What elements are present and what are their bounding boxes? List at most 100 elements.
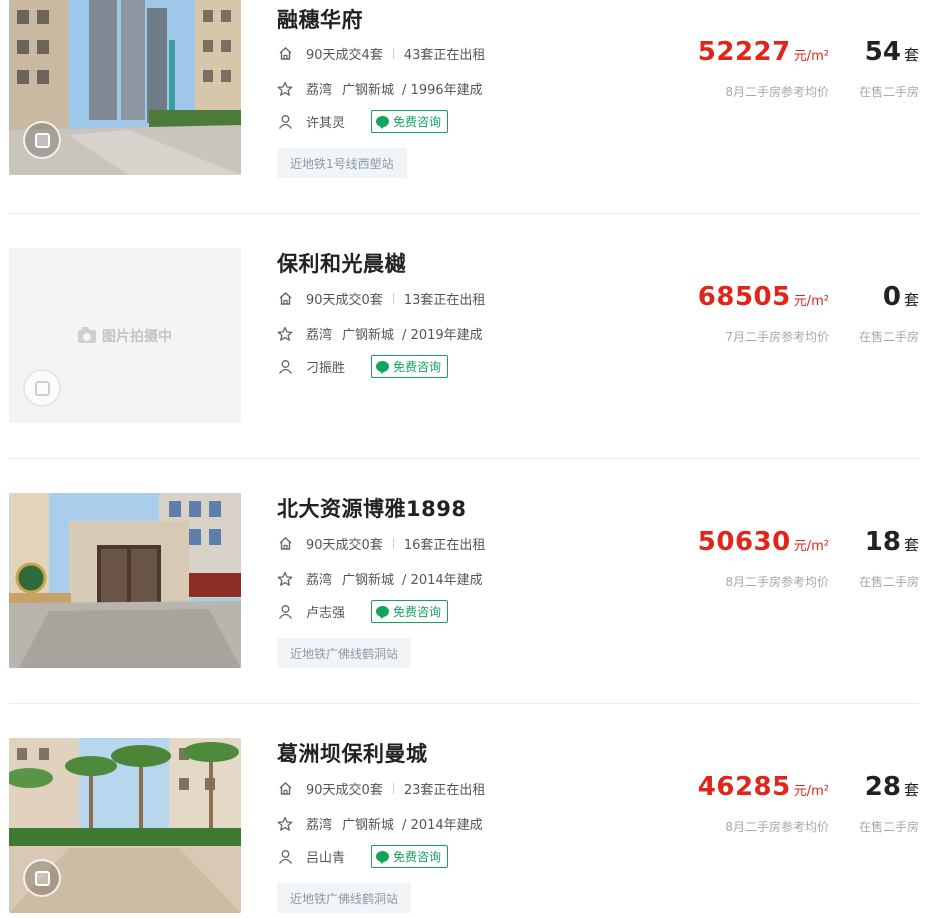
free-consult-button[interactable]: 免费咨询 [371, 600, 449, 623]
renting-count[interactable]: 43套正在出租 [404, 44, 486, 63]
free-consult-button[interactable]: 免费咨询 [371, 845, 449, 868]
person-icon [277, 114, 293, 130]
star-icon [277, 571, 293, 587]
agent-name[interactable]: 刁振胜 [306, 357, 345, 376]
free-consult-button[interactable]: 免费咨询 [371, 355, 449, 378]
subway-tag: 近地铁1号线西塱站 [277, 148, 407, 178]
on-sale-note: 在售二手房 [858, 85, 919, 99]
agent-name[interactable]: 卢志强 [306, 602, 345, 621]
community-listing: 葛洲坝保利曼城 90天成交0套 23套正在出租 荔湾 广钢新城 / 2014年建… [9, 738, 919, 918]
vr-cube-icon[interactable] [23, 121, 61, 159]
star-icon [277, 326, 293, 342]
build-year: / 2014年建成 [402, 818, 483, 833]
community-photo[interactable]: 图片拍摄中 [9, 248, 241, 423]
vr-cube-icon[interactable] [23, 859, 61, 897]
deals-90d: 90天成交0套 [306, 293, 383, 308]
renting-count[interactable]: 23套正在出租 [404, 779, 486, 798]
deals-90d: 90天成交4套 [306, 48, 383, 63]
renting-count[interactable]: 13套正在出租 [404, 289, 486, 308]
avg-price: 50630 元/m² [698, 527, 829, 557]
listing-divider [9, 458, 919, 459]
on-sale-unit: 套 [903, 781, 919, 799]
on-sale-count[interactable]: 0套 [883, 282, 919, 312]
chat-icon [376, 606, 390, 619]
deals-90d: 90天成交0套 [306, 538, 383, 553]
community-name[interactable]: 融穗华府 [277, 4, 363, 34]
on-sale-value: 54 [864, 37, 901, 67]
avg-price: 52227 元/m² [698, 37, 829, 67]
placeholder-text: 图片拍摄中 [102, 329, 172, 345]
price-value: 68505 [697, 282, 791, 312]
free-consult-label: 免费咨询 [393, 605, 442, 619]
community-photo[interactable] [9, 0, 241, 175]
area-link[interactable]: 广钢新城 [342, 79, 394, 98]
deals-90d: 90天成交0套 [306, 783, 383, 798]
home-icon [277, 536, 293, 552]
price-note: 8月二手房参考均价 [725, 85, 829, 99]
on-sale-unit: 套 [903, 291, 919, 309]
district-link[interactable]: 荔湾 [306, 569, 332, 588]
deal-stats-row: 90天成交4套 43套正在出租 [277, 44, 485, 63]
divider [392, 48, 394, 59]
agent-row: 许其灵 免费咨询 [277, 110, 449, 133]
district-link[interactable]: 荔湾 [306, 324, 332, 343]
price-unit: 元/m² [793, 49, 829, 64]
price-unit: 元/m² [793, 294, 829, 309]
agent-row: 刁振胜 免费咨询 [277, 355, 449, 378]
on-sale-count[interactable]: 28 套 [865, 772, 919, 802]
district-link[interactable]: 荔湾 [306, 79, 332, 98]
area-link[interactable]: 广钢新城 [342, 569, 394, 588]
on-sale-note: 在售二手房 [858, 575, 919, 589]
build-year: / 1996年建成 [402, 83, 483, 98]
location-row: 荔湾 广钢新城 / 1996年建成 [277, 79, 483, 98]
avg-price: 68505 元/m² [698, 282, 829, 312]
free-consult-label: 免费咨询 [393, 850, 442, 864]
subway-tag: 近地铁广佛线鹤洞站 [277, 638, 412, 668]
person-icon [277, 359, 293, 375]
renting-count[interactable]: 16套正在出租 [404, 534, 486, 553]
agent-name[interactable]: 吕山青 [306, 847, 345, 866]
agent-row: 卢志强 免费咨询 [277, 600, 449, 623]
on-sale-value: 28 [864, 772, 901, 802]
free-consult-label: 免费咨询 [393, 360, 442, 374]
area-link[interactable]: 广钢新城 [342, 814, 394, 833]
vr-cube-icon[interactable] [23, 369, 61, 407]
deal-stats-row: 90天成交0套 16套正在出租 [277, 534, 485, 553]
price-value: 52227 [697, 37, 791, 67]
community-photo[interactable] [9, 493, 241, 668]
subway-tag: 近地铁广佛线鹤洞站 [277, 883, 412, 913]
area-link[interactable]: 广钢新城 [342, 324, 394, 343]
community-photo[interactable] [9, 738, 241, 913]
star-icon [277, 81, 293, 97]
divider [392, 293, 394, 304]
price-note: 7月二手房参考均价 [725, 330, 829, 344]
price-unit: 元/m² [793, 539, 829, 554]
photo-placeholder: 图片拍摄中 [9, 326, 241, 346]
location-row: 荔湾 广钢新城 / 2014年建成 [277, 569, 483, 588]
divider [392, 538, 394, 549]
person-icon [277, 604, 293, 620]
agent-row: 吕山青 免费咨询 [277, 845, 449, 868]
district-link[interactable]: 荔湾 [306, 814, 332, 833]
chat-icon [376, 116, 390, 129]
community-name[interactable]: 葛洲坝保利曼城 [277, 738, 428, 768]
deal-stats-row: 90天成交0套 13套正在出租 [277, 289, 485, 308]
price-unit: 元/m² [793, 784, 829, 799]
on-sale-count[interactable]: 18 套 [865, 527, 919, 557]
deal-stats-row: 90天成交0套 23套正在出租 [277, 779, 485, 798]
on-sale-value: 0 [882, 282, 901, 312]
free-consult-label: 免费咨询 [393, 115, 442, 129]
community-name[interactable]: 保利和光晨樾 [277, 248, 406, 278]
on-sale-note: 在售二手房 [858, 330, 919, 344]
on-sale-count[interactable]: 54 套 [865, 37, 919, 67]
price-note: 8月二手房参考均价 [725, 575, 829, 589]
avg-price: 46285 元/m² [698, 772, 829, 802]
community-listing: 融穗华府 90天成交4套 43套正在出租 荔湾 广钢新城 / 1996年建成 许… [9, 0, 919, 200]
community-name[interactable]: 北大资源博雅1898 [277, 493, 466, 523]
star-icon [277, 816, 293, 832]
agent-name[interactable]: 许其灵 [306, 112, 345, 131]
chat-icon [376, 361, 390, 374]
listing-divider [9, 213, 919, 214]
build-year: / 2014年建成 [402, 573, 483, 588]
free-consult-button[interactable]: 免费咨询 [371, 110, 449, 133]
